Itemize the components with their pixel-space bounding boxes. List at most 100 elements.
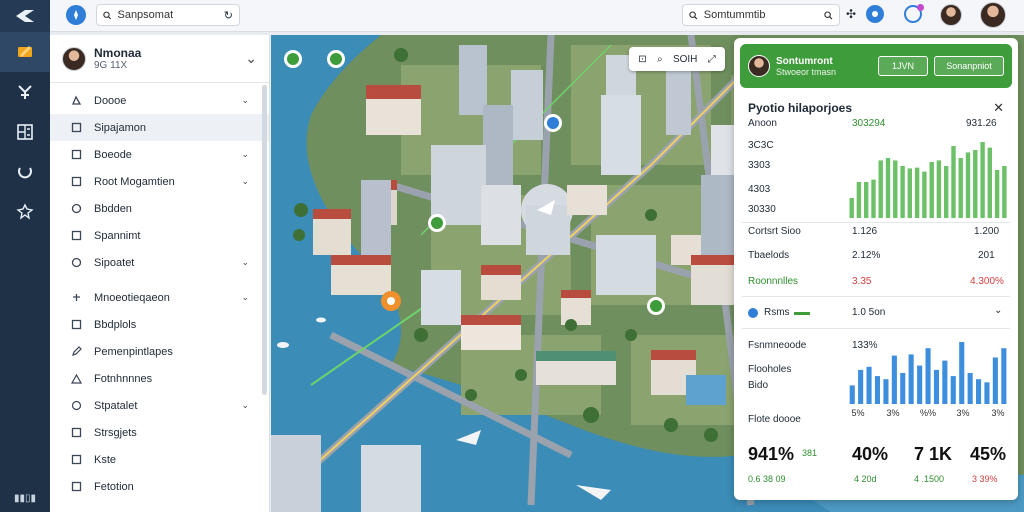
sidebar-avatar[interactable] [62,46,86,71]
rail-footer-icon[interactable]: ▮▮▯▮ [0,493,50,504]
rail-refresh-icon[interactable] [0,152,50,192]
chart-bar [917,365,923,404]
section2-label: Fsnmneoode [748,340,807,351]
sidebar-item[interactable]: Fotnhnnnes [50,365,269,392]
panel-btn-2[interactable]: Sonanpniot [934,56,1004,76]
stat-value: 2.12% [852,250,881,261]
chevron-down-icon[interactable]: ⌄ [241,257,249,268]
sidebar-item[interactable]: Stpatalet ⌄ [50,392,269,419]
sidebar-item[interactable]: Fetotion [50,473,269,500]
search-left[interactable]: ↻ [96,4,240,26]
chart-bar [1002,166,1007,218]
camera-icon[interactable]: ⊡ [638,54,646,65]
sidebar-item[interactable]: Boeode ⌄ [50,141,269,168]
toggle-bar[interactable] [794,312,810,315]
close-icon[interactable]: ✕ [993,100,1004,116]
chevron-down-icon[interactable]: ⌄ [994,305,1002,316]
circle-icon [70,257,82,269]
search-right[interactable] [682,4,840,26]
section2-row: Flooholes [748,364,792,375]
square-icon [70,122,82,134]
user-avatar-2[interactable] [980,2,1006,28]
sidebar-item[interactable]: Kste [50,446,269,473]
chevron-down-icon[interactable]: ⌄ [241,400,249,411]
row-label: 4303 [748,184,771,195]
chart-bar [849,198,854,218]
chart-bar [994,170,1000,218]
sidebar-item[interactable]: Sipajamon [50,114,269,141]
row-label: Anoon [748,118,777,129]
chart-tick-label: %% [920,408,936,418]
sidebar-item-label: Sipoatet [94,256,135,269]
chart-tick-label: 3% [886,408,899,418]
sidebar-item[interactable]: Bbdplols [50,311,269,338]
chart-bar [958,158,963,218]
search-left-input[interactable] [117,9,218,21]
search-right-input[interactable] [703,9,819,21]
sidebar-item-label: Stpatalet [94,399,138,412]
sidebar-item[interactable]: Sipoatet ⌄ [50,249,269,276]
chart-bar [856,182,862,218]
sidebar-item-label: Mnoeotieqaeon [94,291,170,304]
pin-icon [70,400,82,412]
toggle-label: Rsms [764,307,790,318]
rail-layers-icon[interactable] [0,72,50,112]
app-logo[interactable] [0,0,50,32]
square-icon [70,176,82,188]
sidebar-header: Nmonaa 9G 11X ⌄ [50,35,269,83]
bar-chart-green [849,142,1007,218]
kpi-1: 941% [748,444,795,464]
sidebar-title: Nmonaa [94,46,142,60]
chevron-down-icon[interactable]: ⌄ [241,149,249,160]
home-button[interactable] [66,5,86,25]
search-icon [103,11,112,19]
top-bar: ↻ ✣ [50,0,1024,32]
panel-title: Pyotio hilaporjoes [748,101,853,115]
chevron-down-icon[interactable]: ⌄ [241,292,249,303]
profile-status-button[interactable] [904,4,924,23]
panel-btn-1[interactable]: 1JVN [878,56,928,76]
chart-bar [866,366,872,404]
collapse-icon[interactable]: ⌄ [245,50,257,67]
map-toolbar: ⊡ ⌕ SOIH ⤢ [629,47,725,71]
notification-button[interactable] [866,5,884,23]
sidebar-item[interactable]: Mnoeotieqaeon ⌄ [50,284,269,311]
panel-avatar[interactable] [748,55,770,77]
chart-bar [908,354,914,404]
search-submit-icon[interactable] [824,10,833,21]
edit-icon [70,346,82,358]
sidebar-scrollbar[interactable] [262,85,267,395]
chart-bar [951,146,956,218]
refresh-icon[interactable]: ↻ [224,9,233,22]
row-label: 30330 [748,204,776,215]
stat-value: 4.300% [970,276,1004,287]
chevron-down-icon[interactable]: ⌄ [241,95,249,106]
rail-edit-icon[interactable] [0,32,50,72]
pin-icon[interactable]: ✣ [846,7,856,21]
rail-settings-icon[interactable] [0,192,50,232]
sidebar-item-label: Bbdplols [94,318,137,331]
sidebar-item[interactable]: Spannimt [50,222,269,249]
user-avatar-1[interactable] [940,4,962,26]
sidebar-item[interactable]: Root Mogamtien ⌄ [50,168,269,195]
sidebar-item[interactable]: Bbdden [50,195,269,222]
toggle-value: 1.0 5on [852,307,886,318]
kpi-4-sub: 3 39% [972,474,998,484]
chart-bar [967,373,973,404]
chart-bar [933,369,939,404]
chart-bar [984,382,990,404]
search-icon[interactable]: ⌕ [657,54,663,65]
chart-tick-label: 3% [991,408,1004,418]
expand-icon[interactable]: ⤢ [708,54,716,65]
sidebar-item[interactable]: Strsgjets [50,419,269,446]
square-icon [70,427,82,439]
chevron-down-icon[interactable]: ⌄ [241,176,249,187]
sidebar-item[interactable]: Pemenpintlapes [50,338,269,365]
sidebar-item[interactable]: Doooe ⌄ [50,87,269,114]
chart-bar [900,373,906,404]
kpi-1-sub: 0.6 38 09 [748,474,786,484]
rail-grid-icon[interactable] [0,112,50,152]
kpi-1-tag: 381 [802,448,818,458]
analytics-panel: Sontumront Stwoeor tmasn 1JVN Sonanpniot… [734,38,1018,500]
chart-bar [871,179,876,218]
